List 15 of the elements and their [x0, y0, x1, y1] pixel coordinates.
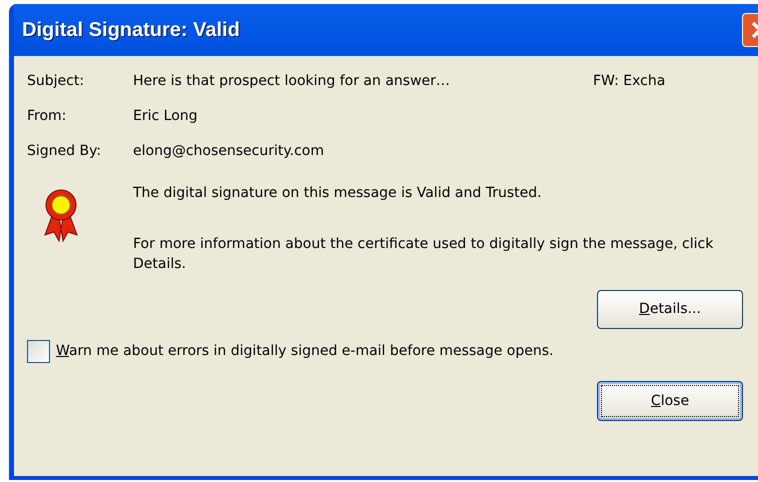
- close-button[interactable]: Close: [597, 381, 743, 421]
- field-value: elong@chosensecurity.com: [133, 142, 325, 161]
- window-title: Digital Signature: Valid: [22, 18, 240, 43]
- details-button[interactable]: Details...: [597, 290, 743, 329]
- field-label: Subject:: [27, 72, 86, 91]
- field-value: Here is that prospect looking for an answer…: [133, 72, 451, 91]
- warn-checkbox[interactable]: [27, 340, 50, 363]
- status-message: The digital signature on this message is Valid and Trusted.: [133, 184, 543, 203]
- info-message: For more information about the certificate used to digitally sign the message, click Details.: [133, 235, 714, 274]
- checkbox-label: Warn me about errors in digitally signed e-mail before message opens.: [56, 342, 554, 361]
- field-value: Eric Long: [133, 107, 199, 126]
- field-label: From:: [27, 107, 68, 126]
- award-ribbon-icon: [41, 187, 81, 243]
- field-value: FW: Excha: [593, 72, 666, 91]
- field-label: Signed By:: [27, 142, 102, 161]
